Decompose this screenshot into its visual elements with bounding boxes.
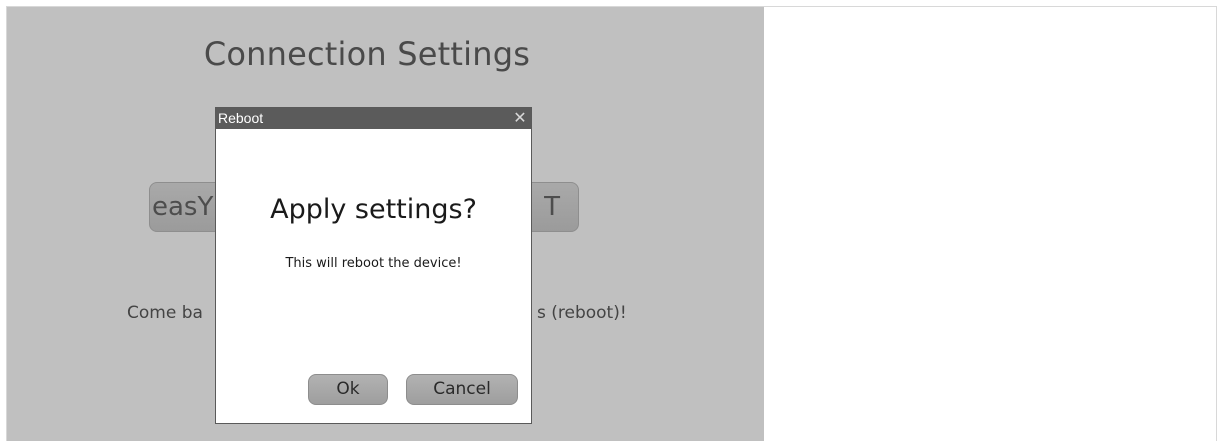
app-panel: Connection Settings easY T Come ba s (re… <box>7 7 764 441</box>
network-button-label-right: T <box>544 192 560 222</box>
dialog-titlebar: Reboot ✕ <box>216 108 531 129</box>
dialog-title: Reboot <box>218 110 264 126</box>
reboot-dialog: Reboot ✕ Apply settings? This will reboo… <box>215 107 532 424</box>
comeback-note-left: Come ba <box>127 303 203 323</box>
cancel-button[interactable]: Cancel <box>406 374 518 405</box>
dialog-message: This will reboot the device! <box>285 256 462 271</box>
dialog-heading: Apply settings? <box>270 194 477 225</box>
close-icon[interactable]: ✕ <box>512 108 528 128</box>
ok-button[interactable]: Ok <box>308 374 388 405</box>
network-button-label-left: easY <box>152 192 214 222</box>
comeback-note-right: s (reboot)! <box>537 303 627 323</box>
page-title: Connection Settings <box>203 35 531 73</box>
